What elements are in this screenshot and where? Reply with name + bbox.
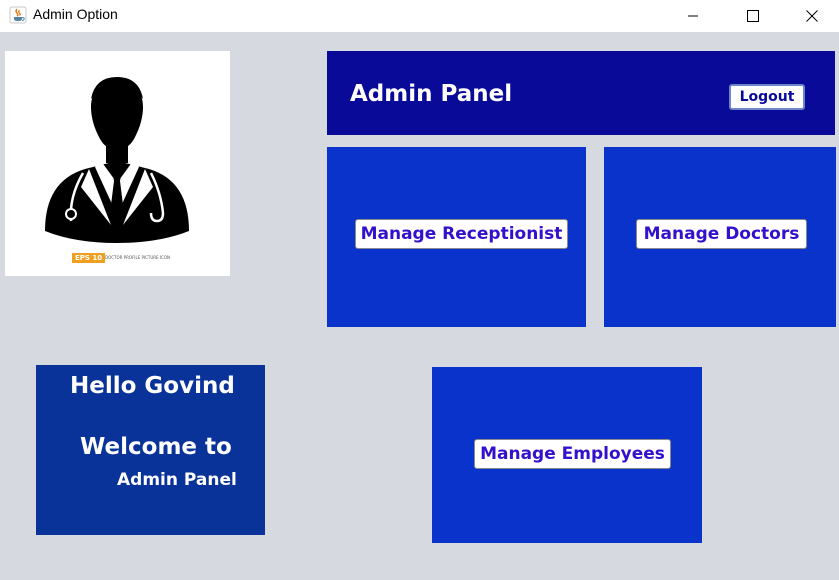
eps-badge: EPS 10	[72, 253, 106, 263]
close-icon	[806, 10, 818, 22]
logout-button[interactable]: Logout	[729, 84, 805, 110]
profile-picture: EPS 10 DOCTOR PROFILE PICTURE ICON	[5, 51, 230, 276]
manage-receptionist-button[interactable]: Manage Receptionist	[355, 219, 568, 249]
doctors-tile: Manage Doctors	[604, 147, 836, 327]
window-title: Admin Option	[33, 6, 118, 22]
maximize-button[interactable]	[724, 0, 782, 32]
manage-doctors-button[interactable]: Manage Doctors	[636, 219, 807, 249]
employees-tile: Manage Employees	[432, 367, 702, 543]
manage-employees-button[interactable]: Manage Employees	[474, 439, 671, 469]
picture-caption: DOCTOR PROFILE PICTURE ICON	[105, 255, 170, 260]
doctor-silhouette-icon	[45, 77, 189, 243]
greeting-text: Hello Govind	[70, 373, 235, 399]
maximize-icon	[747, 10, 759, 22]
receptionist-tile: Manage Receptionist	[327, 147, 586, 327]
welcome-text: Welcome to	[80, 434, 232, 460]
minimize-icon	[688, 15, 698, 17]
welcome-subtitle: Admin Panel	[117, 470, 237, 490]
java-icon[interactable]	[9, 6, 27, 24]
minimize-button[interactable]	[664, 0, 722, 32]
page-title: Admin Panel	[350, 81, 513, 107]
title-bar: Admin Option	[0, 0, 839, 32]
header-panel: Admin Panel Logout	[327, 51, 835, 135]
welcome-panel: Hello Govind Welcome to Admin Panel	[36, 365, 265, 535]
close-button[interactable]	[783, 0, 839, 32]
